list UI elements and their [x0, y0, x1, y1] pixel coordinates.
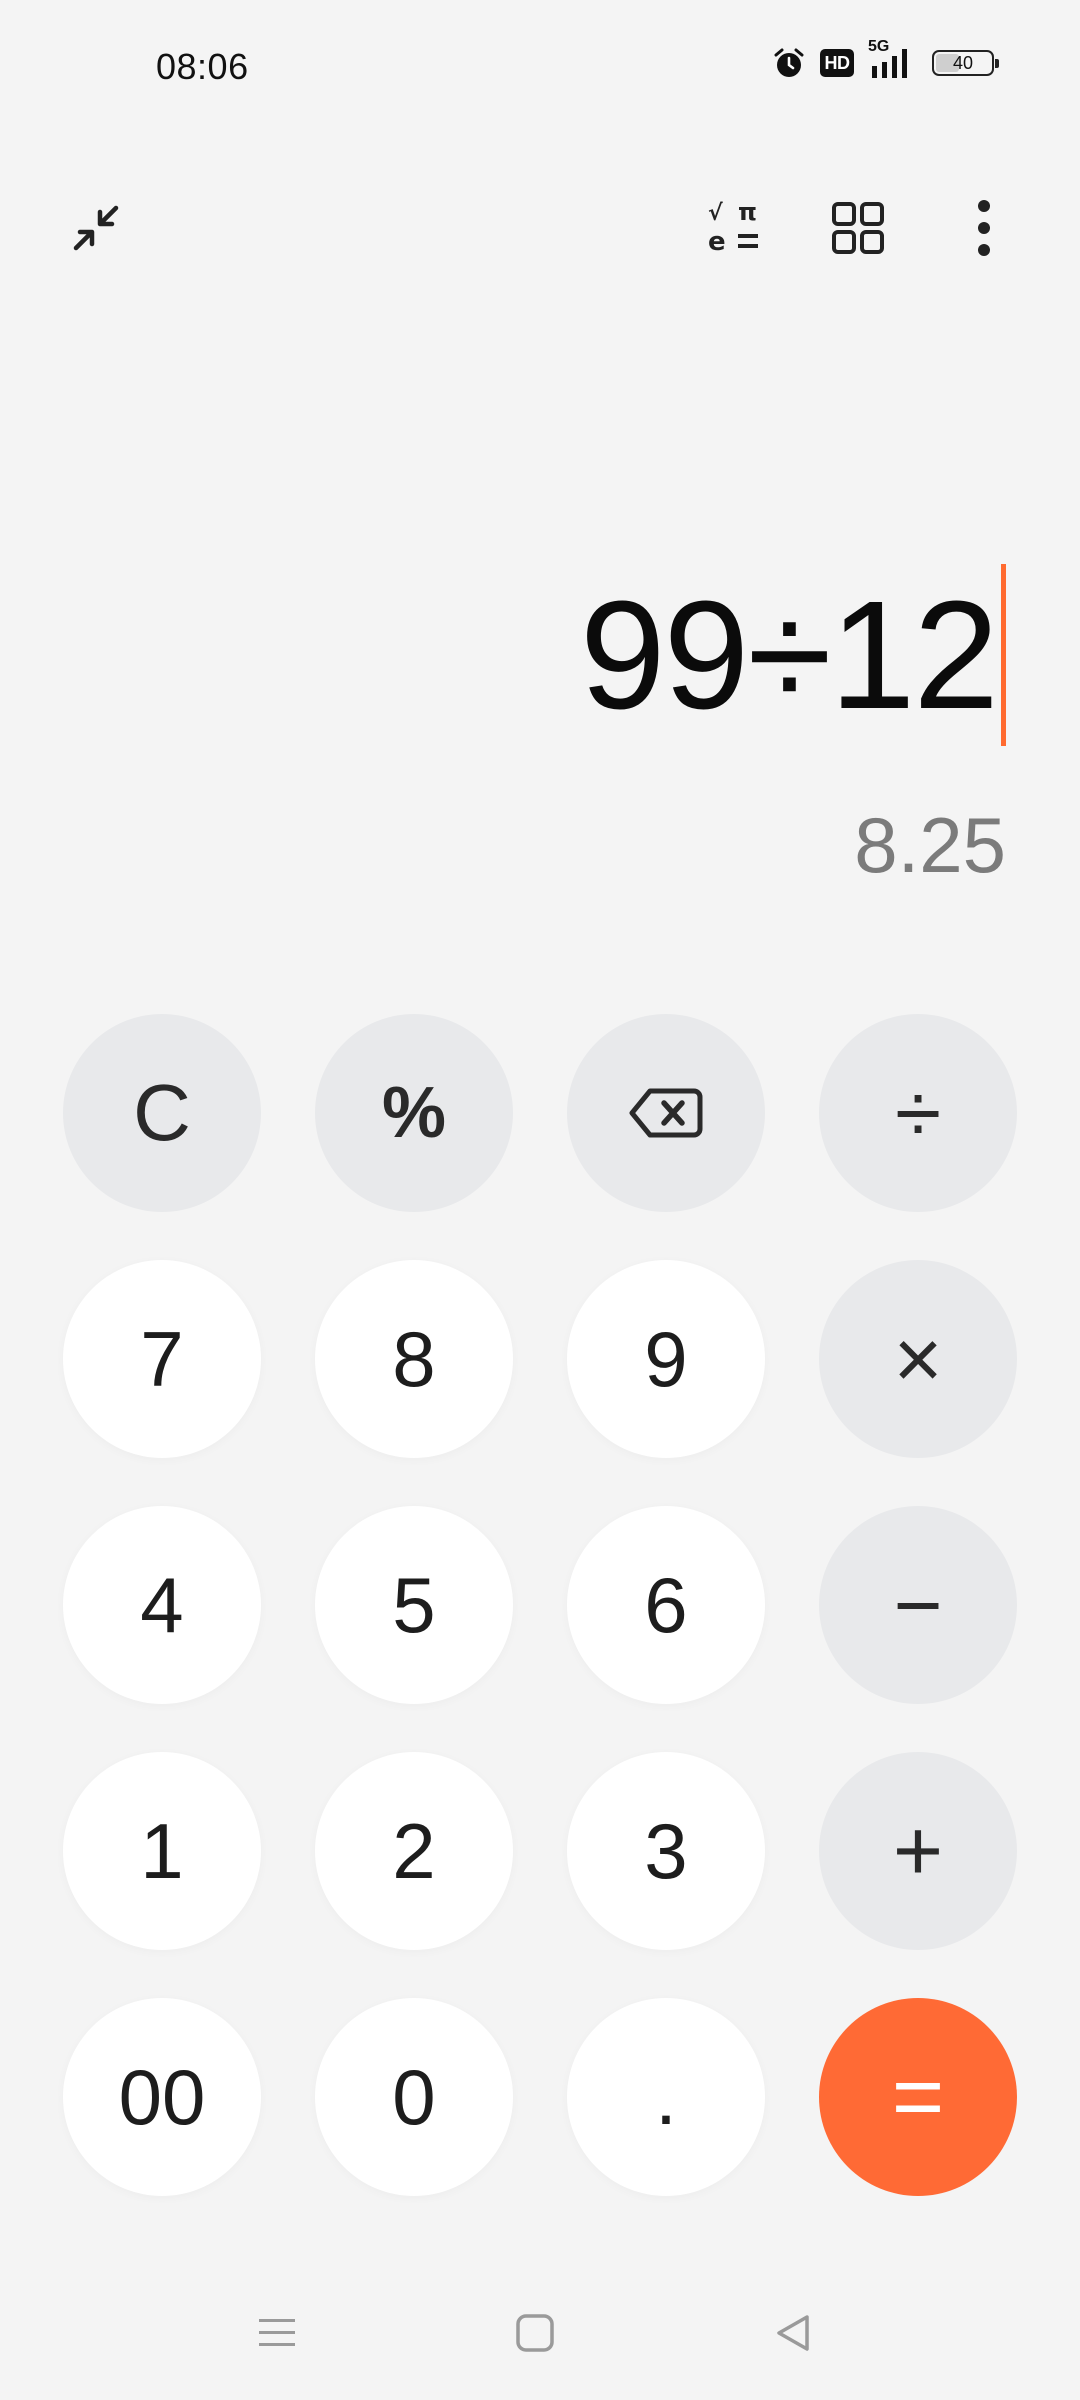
collapse-button[interactable] — [46, 180, 146, 280]
battery-icon: 40 — [932, 50, 999, 76]
divide-label: ÷ — [894, 1065, 942, 1160]
plus-label: + — [892, 1802, 944, 1899]
back-button[interactable] — [748, 2300, 838, 2370]
plus-button[interactable]: + — [819, 1752, 1017, 1950]
digit-7-button[interactable]: 7 — [63, 1260, 261, 1458]
digit-6-button[interactable]: 6 — [567, 1506, 765, 1704]
grid-button[interactable] — [808, 180, 908, 280]
digit-2-button[interactable]: 2 — [315, 1752, 513, 1950]
network-label: 5G — [868, 38, 890, 55]
back-icon — [771, 2311, 815, 2360]
status-bar: 08:06 HD 5G 40 — [0, 0, 1080, 130]
divide-button[interactable]: ÷ — [819, 1014, 1017, 1212]
minus-label: − — [893, 1557, 943, 1652]
equals-button[interactable]: = — [819, 1998, 1017, 2196]
clear-label: C — [133, 1068, 191, 1157]
digit-7-label: 7 — [140, 1314, 184, 1403]
menu-icon — [255, 2313, 299, 2358]
double-zero-label: 00 — [118, 2052, 206, 2141]
navigation-bar — [0, 2280, 1080, 2390]
recent-apps-button[interactable] — [232, 2300, 322, 2370]
status-icons: HD 5G 40 — [772, 38, 999, 80]
digit-3-label: 3 — [644, 1806, 688, 1895]
backspace-icon — [628, 1085, 704, 1141]
percent-label: % — [381, 1073, 447, 1153]
backspace-button[interactable] — [567, 1014, 765, 1212]
digit-2-label: 2 — [392, 1806, 436, 1895]
percent-button[interactable]: % — [315, 1014, 513, 1212]
collapse-icon — [66, 198, 126, 263]
text-cursor — [1001, 564, 1006, 746]
grid-icon — [830, 200, 886, 261]
digit-1-button[interactable]: 1 — [63, 1752, 261, 1950]
digit-5-label: 5 — [392, 1560, 436, 1649]
battery-level: 40 — [952, 52, 974, 73]
more-options-button[interactable] — [934, 180, 1034, 280]
digit-8-button[interactable]: 8 — [315, 1260, 513, 1458]
digit-3-button[interactable]: 3 — [567, 1752, 765, 1950]
digit-9-button[interactable]: 9 — [567, 1260, 765, 1458]
decimal-button[interactable]: . — [567, 1998, 765, 2196]
home-button[interactable] — [490, 2300, 580, 2370]
double-zero-button[interactable]: 00 — [63, 1998, 261, 2196]
digit-9-label: 9 — [644, 1314, 688, 1403]
digit-5-button[interactable]: 5 — [315, 1506, 513, 1704]
decimal-label: . — [655, 2052, 677, 2141]
status-time: 08:06 — [156, 46, 249, 87]
digit-0-button[interactable]: 0 — [315, 1998, 513, 2196]
expression-text: 99÷12 — [579, 568, 999, 741]
svg-text:e: e — [708, 227, 726, 257]
calculator-screen: 08:06 HD 5G 40 √ π e 99÷12 8.25 C % ÷ 7 … — [0, 0, 1080, 2400]
more-options-icon — [974, 198, 994, 263]
home-icon — [513, 2311, 557, 2360]
signal-5g-icon: 5G — [868, 38, 918, 80]
scientific-mode-button[interactable]: √ π e — [684, 180, 784, 280]
digit-4-label: 4 — [140, 1560, 184, 1649]
digit-4-button[interactable]: 4 — [63, 1506, 261, 1704]
alarm-icon — [772, 46, 806, 80]
expression-display[interactable]: 99÷12 — [580, 560, 1006, 750]
hd-icon: HD — [820, 49, 854, 77]
digit-0-label: 0 — [392, 2052, 436, 2141]
multiply-label: × — [893, 1311, 943, 1406]
svg-text:π: π — [738, 198, 757, 226]
svg-text:√: √ — [708, 201, 723, 226]
digit-6-label: 6 — [644, 1560, 688, 1649]
digit-8-label: 8 — [392, 1314, 436, 1403]
result-preview: 8.25 — [854, 801, 1006, 889]
minus-button[interactable]: − — [819, 1506, 1017, 1704]
keypad: C % ÷ 7 8 9 × 4 5 6 − 1 2 3 + 00 0 . = — [0, 0, 1080, 2400]
clear-button[interactable]: C — [63, 1014, 261, 1212]
multiply-button[interactable]: × — [819, 1260, 1017, 1458]
digit-1-label: 1 — [140, 1806, 184, 1895]
equals-label: = — [891, 2046, 945, 2147]
scientific-mode-icon: √ π e — [702, 196, 766, 265]
toolbar: √ π e — [0, 180, 1080, 290]
